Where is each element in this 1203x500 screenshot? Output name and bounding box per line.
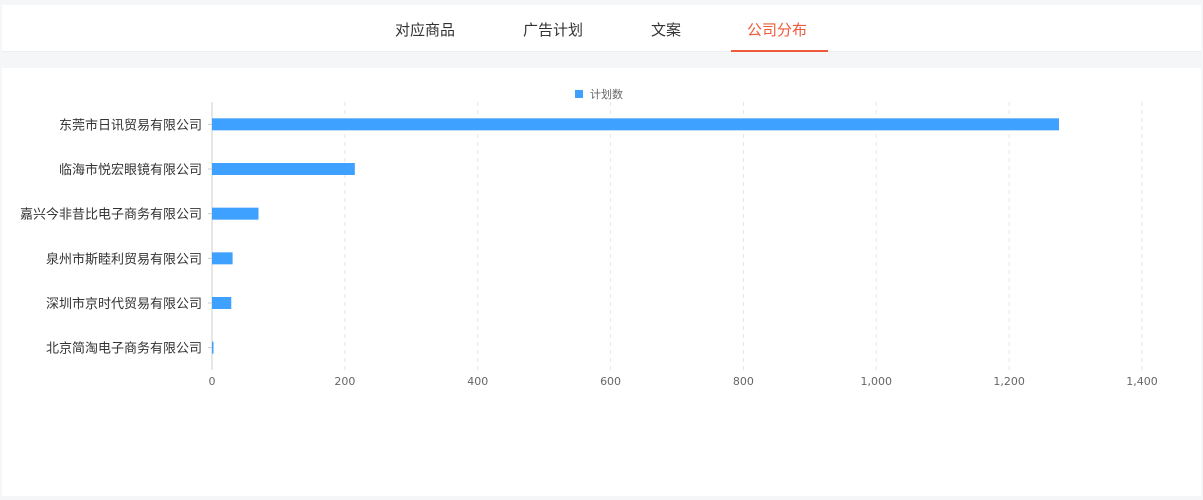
x-tick-label: 1,400 — [1126, 375, 1158, 388]
bar — [212, 341, 214, 354]
category-label: 北京简淘电子商务有限公司 — [46, 341, 202, 357]
chart-grid — [344, 102, 1143, 370]
x-tick-labels: 0 200 400 600 800 1,000 1,200 1,400 — [209, 375, 1158, 388]
legend-swatch — [575, 90, 583, 98]
legend-label: 计划数 — [590, 88, 623, 101]
category-label: 深圳市京时代贸易有限公司 — [46, 296, 202, 312]
chart-panel: 计划数 东莞市日讯贸易有限公司 临海市悦宏眼镜有限公司嘉兴今非昔比电子商务有限公司… — [2, 68, 1201, 496]
chart-axes — [208, 102, 213, 370]
bar — [212, 297, 232, 309]
bar — [212, 163, 355, 175]
bar — [212, 118, 1059, 131]
category-label: 东莞市日讯贸易有限公司 — [59, 117, 202, 133]
tab-bar: 对应商品 广告计划 文案 公司分布 — [2, 5, 1201, 52]
x-tick-label: 400 — [467, 375, 488, 388]
x-tick-label: 0 — [209, 375, 216, 388]
active-tab-indicator — [731, 50, 828, 52]
tab-copywriting[interactable]: 文案 — [651, 5, 681, 51]
bar — [212, 252, 233, 265]
bar — [212, 207, 259, 220]
category-label: 嘉兴今非昔比电子商务有限公司 — [20, 207, 202, 223]
tab-ad-plans[interactable]: 广告计划 — [523, 5, 583, 51]
x-tick-label: 1,000 — [861, 375, 893, 388]
chart-bars — [212, 118, 1059, 354]
category-label: 泉州市斯睦利贸易有限公司 — [46, 251, 202, 267]
x-tick-label: 800 — [733, 375, 754, 388]
x-tick-label: 600 — [600, 375, 621, 388]
category-label: 临海市悦宏眼镜有限公司 — [59, 162, 202, 178]
x-tick-label: 200 — [334, 375, 355, 388]
chart-legend[interactable]: 计划数 — [575, 88, 623, 101]
x-tick-label: 1,200 — [993, 375, 1025, 388]
category-labels: 东莞市日讯贸易有限公司临海市悦宏眼镜有限公司嘉兴今非昔比电子商务有限公司泉州市斯… — [20, 117, 202, 356]
tab-products[interactable]: 对应商品 — [395, 5, 455, 51]
tab-company-distribution[interactable]: 公司分布 — [747, 5, 807, 51]
company-distribution-chart: 计划数 东莞市日讯贸易有限公司临海市悦宏眼镜有限公司嘉兴今非昔比电子商务有限公司… — [20, 88, 1158, 388]
